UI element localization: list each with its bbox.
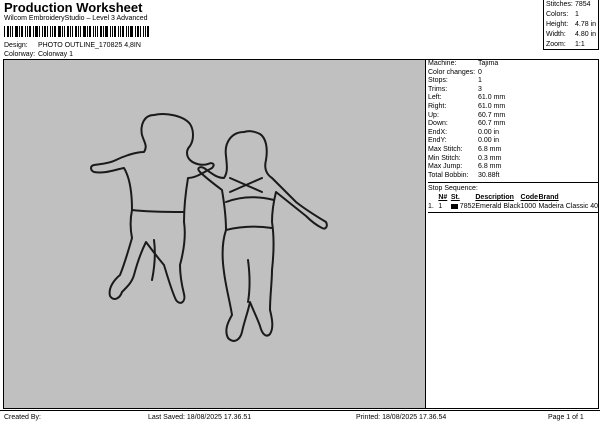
summary-zoom: Zoom: 1:1 [546,41,585,48]
machine-info-panel: Machine: Tajima Color changes: 0 Stops: 1 T… [428,60,598,214]
created-by: Created By: [4,414,41,421]
barcode [4,26,174,37]
software-subtitle: Wilcom EmbroideryStudio – Level 3 Advanc… [4,15,148,22]
row-n: 1 [438,203,443,211]
thread-color-swatch [450,203,458,209]
stop-sequence-title: Stop Sequence: [428,182,598,193]
row-description: Emerald Black [475,203,521,211]
info-max-stitch: Max Stitch: 6.8 mm [428,145,502,153]
page-number: Page 1 of 1 [548,414,584,421]
divider [428,212,598,214]
table-row: 1. 1 7852 Emerald Black 1000 Madeira Cla… [428,202,598,211]
info-max-jump: Max Jump: 6.8 mm [428,163,502,171]
info-color-changes: Color changes: 0 [428,68,482,76]
colorway-label: Colorway: [4,51,36,58]
info-up: Up: 60.7 mm [428,111,506,119]
col-st: St. [450,194,460,202]
colorway-row: Colorway: Colorway 1 [4,51,73,58]
row-code: 1000 [520,203,537,211]
last-saved: Last Saved: 18/08/2025 17.36.51 [148,414,252,421]
col-n: N# [438,194,448,202]
summary-stitches: Stitches: 7854 [546,1,591,8]
summary-colors: Colors: 1 [546,11,579,18]
info-machine: Machine: Tajima [428,60,499,67]
col-brand: Brand [538,194,559,202]
col-code: Code [520,194,539,202]
stop-sequence-header: N# St. Description Code Brand [428,193,598,202]
design-label: Design: [4,42,28,49]
summary-box: Stitches: 7854 Colors: 1 Height: 4.78 in… [543,0,599,50]
info-down: Down: 60.7 mm [428,120,506,128]
design-value: PHOTO OUTLINE_170825 4,8IN [37,42,141,49]
right-child-outline [197,130,328,342]
printed-date: Printed: 18/08/2025 17.36.54 [356,414,447,421]
worksheet-title: Production Worksheet [4,0,143,15]
design-row: Design: PHOTO OUTLINE_170825 4,8IN [4,42,141,49]
stop-sequence-table: N# St. Description Code Brand 1. 1 7852 … [428,193,598,211]
embroidery-outline-image [90,113,328,342]
info-endx: EndX: 0.00 in [428,128,500,136]
info-trims: Trims: 3 [428,85,482,93]
info-endy: EndY: 0.00 in [428,137,500,145]
colorway-value: Colorway 1 [37,51,73,58]
summary-height: Height: 4.78 in [546,21,597,28]
col-description: Description [475,194,514,202]
footer: Created By: Last Saved: 18/08/2025 17.36… [0,410,600,425]
info-right: Right: 61.0 mm [428,102,506,110]
info-total-bobbin: Total Bobbin: 30.88ft [428,171,500,179]
info-left: Left: 61.0 mm [428,94,506,102]
summary-width: Width: 4.80 in [546,31,597,38]
info-min-stitch: Min Stitch: 0.3 mm [428,154,502,162]
row-brand: Madeira Classic 40 [538,203,598,211]
row-index: 1. [428,203,434,211]
design-preview [4,60,426,408]
row-stitches: 7852 [459,203,476,211]
info-stops: Stops: 1 [428,77,482,85]
